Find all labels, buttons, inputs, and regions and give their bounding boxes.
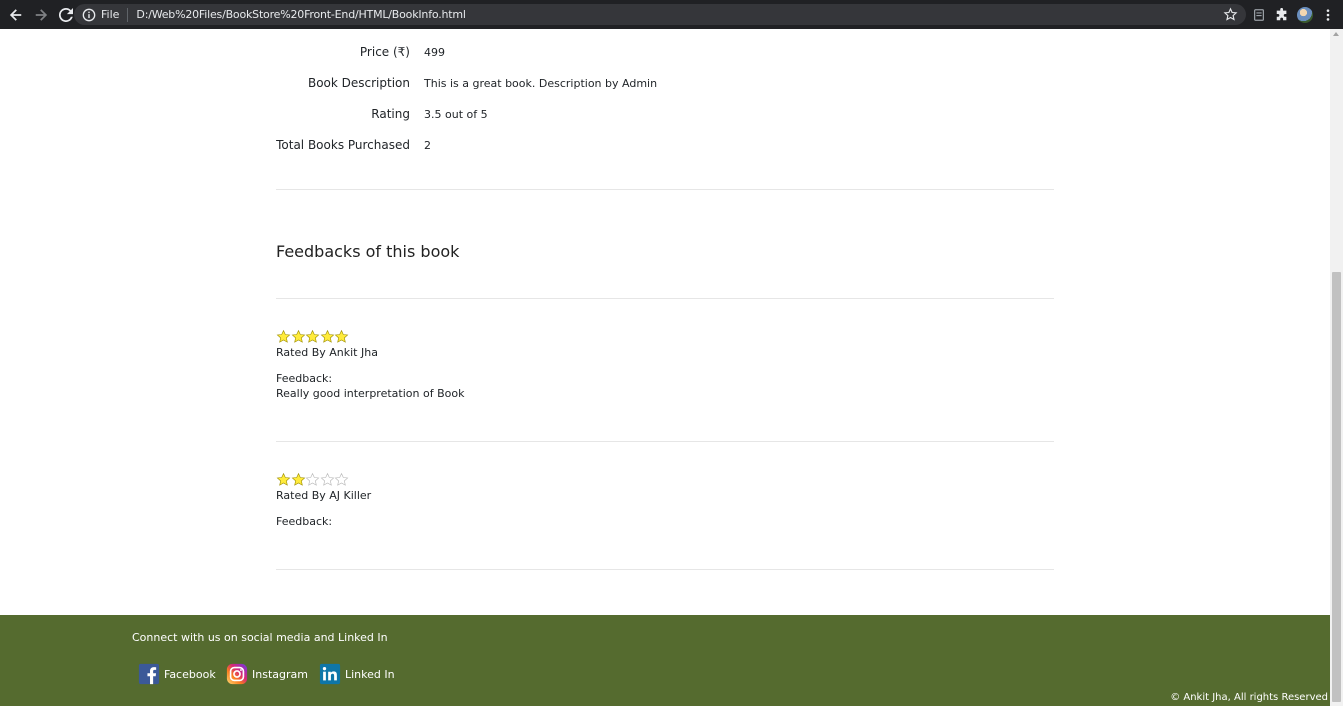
star-filled-icon [276,329,291,343]
facebook-icon [138,663,160,685]
star-rating [276,329,349,346]
instagram-link[interactable]: Instagram [226,662,308,686]
description-value: This is a great book. Description by Adm… [424,76,658,90]
info-row-rating: Rating 3.5 out of 5 [276,104,488,124]
url-text[interactable]: D:/Web%20Files/BookStore%20Front-End/HTM… [136,8,466,21]
rated-by: Rated By Ankit Jha [276,346,378,359]
scroll-thumb[interactable] [1332,272,1341,702]
arrow-left-icon [9,8,22,21]
star-filled-icon [334,329,349,343]
file-label: File [101,8,120,21]
avatar [1297,6,1313,23]
star-empty-icon [305,472,320,486]
facebook-label: Facebook [164,667,216,681]
puzzle-icon [1276,7,1287,20]
extensions-button[interactable] [1271,4,1293,26]
instagram-label: Instagram [252,667,308,681]
purchased-label: Total Books Purchased [276,138,410,152]
profile-button[interactable] [1294,4,1316,26]
info-icon[interactable] [82,8,96,22]
rated-by: Rated By AJ Killer [276,489,372,502]
bookmark-star-icon[interactable] [1223,7,1238,22]
info-row-description: Book Description This is a great book. D… [276,73,657,93]
feedback-section-title: Feedbacks of this book [276,242,460,261]
divider [276,298,1054,299]
linkedin-icon [319,663,341,685]
star-empty-icon [334,472,349,486]
rating-value: 3.5 out of 5 [424,107,488,121]
divider [276,189,1054,190]
arrow-right-icon [35,8,48,21]
feedback-label: Feedback: [276,515,333,528]
description-label: Book Description [307,76,410,90]
menu-button[interactable] [1317,4,1339,26]
browser-toolbar: File D:/Web%20Files/BookStore%20Front-En… [0,0,1343,29]
feedback-label: Feedback: [276,372,333,385]
omnibox-divider [127,7,129,22]
footer-connect-text: Connect with us on social media and Link… [132,631,388,644]
star-filled-icon [305,329,320,343]
tab-search-button[interactable] [1248,4,1270,26]
star-filled-icon [320,329,334,343]
star-filled-icon [291,472,305,486]
back-button[interactable] [5,4,27,26]
scroll-up-arrow-icon[interactable] [1333,32,1339,36]
copyright-text: © Ankit Jha, All rights Reserved [1170,692,1328,703]
facebook-link[interactable]: Facebook [138,662,216,686]
info-row-purchased: Total Books Purchased 2 [276,135,431,155]
rating-label: Rating [371,107,410,121]
forward-button[interactable] [30,4,52,26]
purchased-value: 2 [424,138,431,152]
kebab-menu-icon [1326,8,1330,21]
star-filled-icon [291,329,305,343]
address-bar[interactable]: File D:/Web%20Files/BookStore%20Front-En… [74,4,1246,25]
star-rating [276,472,349,489]
linkedin-label: Linked In [345,667,395,681]
star-empty-icon [320,472,334,486]
media-icon [1254,8,1264,21]
price-value: 499 [424,45,445,59]
divider [276,441,1054,442]
instagram-icon [226,663,248,685]
price-label: Price (₹) [359,45,410,59]
feedback-text: Really good interpretation of Book [276,387,465,400]
info-row-price: Price (₹) 499 [276,42,445,62]
page-scrollbar[interactable] [1330,29,1343,706]
reload-icon [59,7,73,22]
linkedin-link[interactable]: Linked In [319,662,395,686]
star-filled-icon [276,472,291,486]
divider [276,569,1054,570]
footer: Connect with us on social media and Link… [0,615,1330,706]
